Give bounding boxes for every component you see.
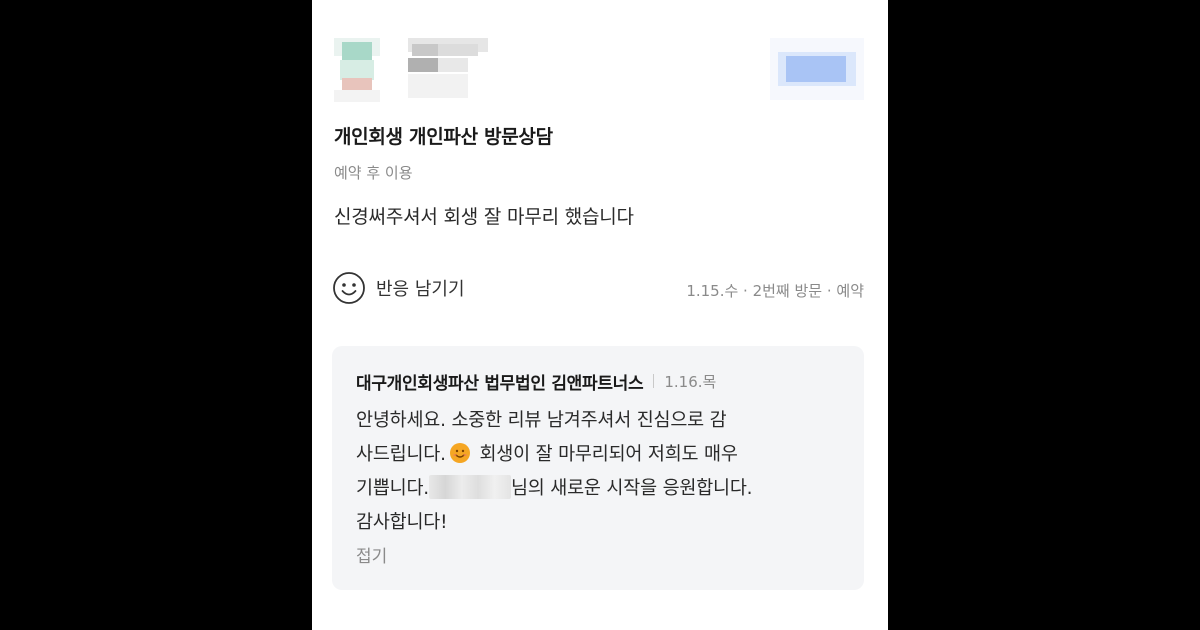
reply-line: 감사합니다! (356, 512, 448, 533)
reviewer-name-blurred[interactable] (408, 38, 488, 98)
reply-line: 사드립니다. 회생이 잘 마무리되어 저희도 매우 (356, 438, 840, 472)
reply-line: 기쁩니다. 님의 새로운 시작을 응원합니다. (356, 472, 840, 506)
reply-header: 대구개인회생파산 법무법인 김앤파트너스 1.16.목 (356, 366, 840, 396)
avatar[interactable] (334, 38, 380, 102)
smiling-face-emoji-icon (449, 443, 470, 463)
review-title: 개인회생 개인파산 방문상담 (334, 126, 553, 148)
leave-reaction-button[interactable]: 반응 남기기 (332, 270, 465, 306)
visit-type: 예약 후 이용 (334, 164, 413, 182)
owner-reply: 대구개인회생파산 법무법인 김앤파트너스 1.16.목 안녕하세요. 소중한 리… (332, 346, 864, 590)
divider (653, 374, 655, 388)
review-text: 신경써주셔서 회생 잘 마무리 했습니다 (334, 206, 634, 228)
reply-line: 안녕하세요. 소중한 리뷰 남겨주셔서 진심으로 감 (356, 410, 727, 431)
follow-button[interactable] (770, 38, 864, 100)
leave-reaction-label: 반응 남기기 (376, 279, 465, 300)
reply-text: 안녕하세요. 소중한 리뷰 남겨주셔서 진심으로 감 사드립니다. 회생이 잘 … (356, 404, 840, 540)
review-card: 개인회생 개인파산 방문상담 예약 후 이용 신경써주셔서 회생 잘 마무리 했… (312, 0, 888, 630)
smile-icon (333, 272, 365, 304)
reviewer-name-blurred (428, 475, 511, 499)
reply-text-segment: 기쁩니다. (356, 478, 429, 499)
visit-meta: 1.15.수 · 2번째 방문 · 예약 (686, 282, 864, 300)
reply-text-segment: 회생이 잘 마무리되어 저희도 매우 (473, 444, 738, 465)
reply-text-segment: 사드립니다. (356, 444, 446, 465)
reply-date: 1.16.목 (664, 372, 717, 391)
reply-author: 대구개인회생파산 법무법인 김앤파트너스 (356, 373, 644, 394)
reply-text-segment: 님의 새로운 시작을 응원합니다. (510, 478, 753, 499)
fold-button[interactable]: 접기 (356, 542, 840, 567)
